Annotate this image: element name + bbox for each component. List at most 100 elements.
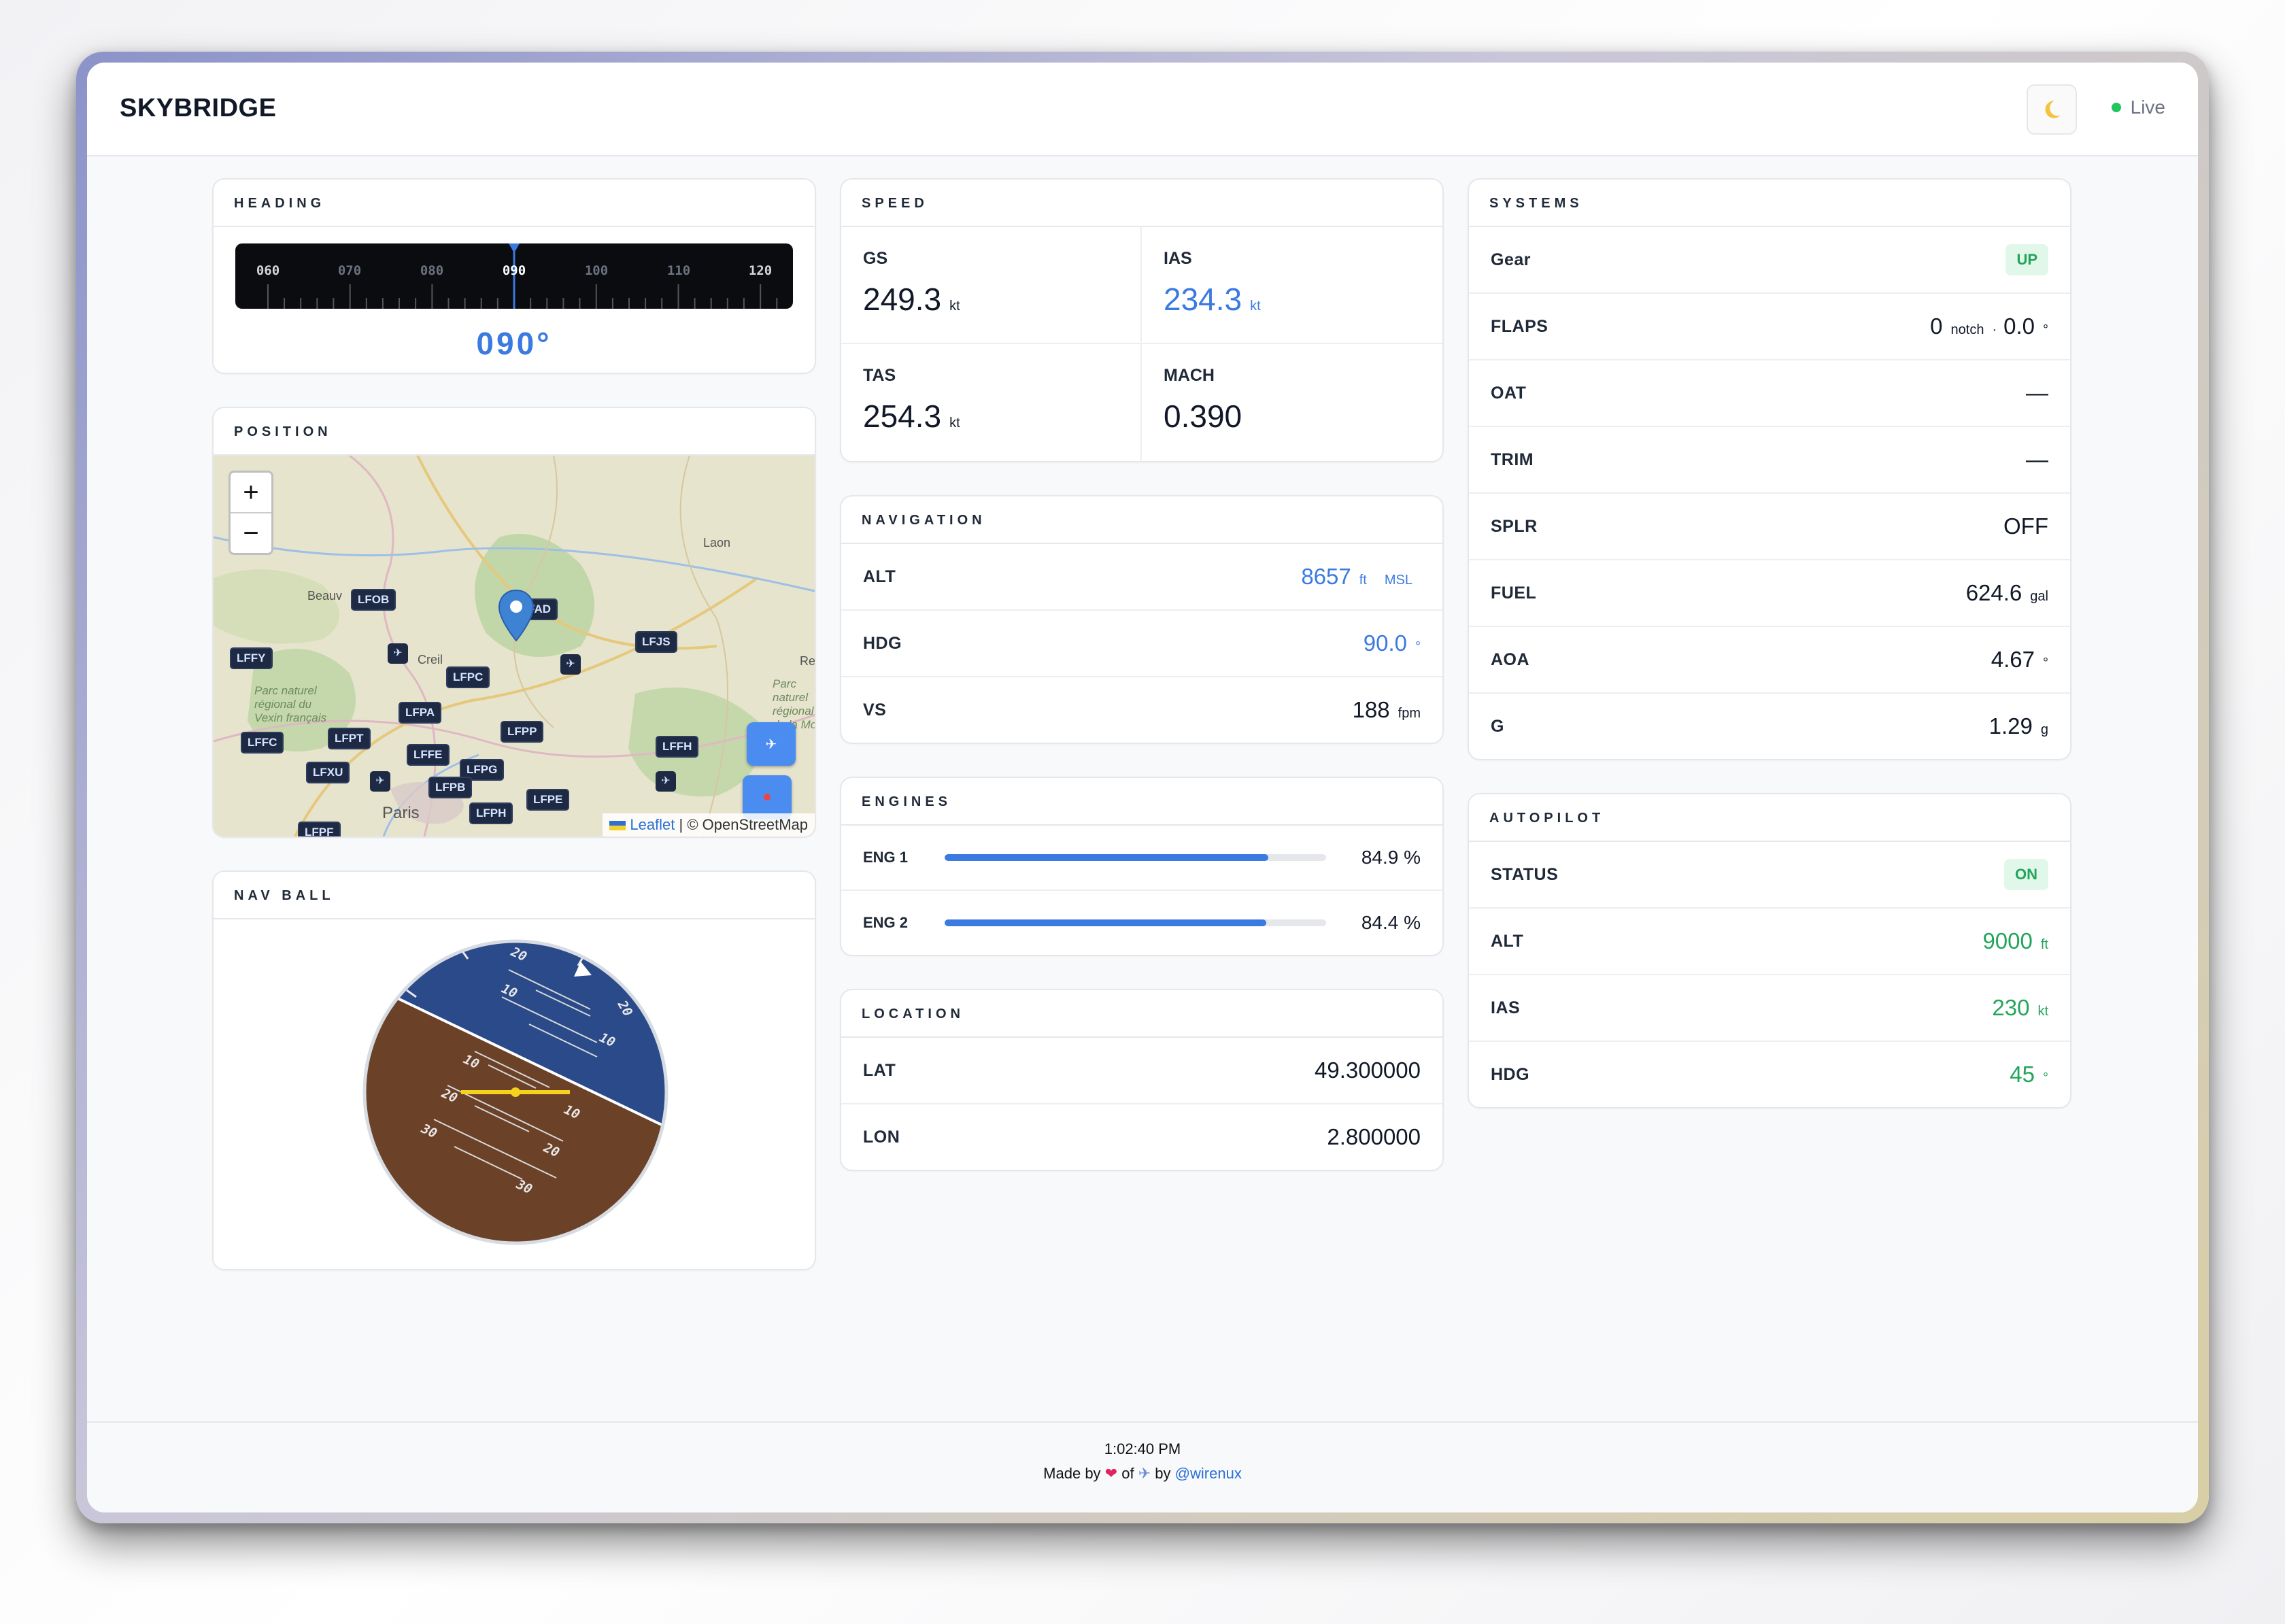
airfield-icon[interactable]: ✈ bbox=[560, 654, 581, 675]
autopilot-title: AUTOPILOT bbox=[1469, 794, 2070, 842]
airfield-icon[interactable]: ✈ bbox=[370, 771, 390, 792]
top-bar: SKYBRIDGE Live bbox=[87, 63, 2198, 156]
attitude-indicator: 10 10 10 20 10 30 20 30 20 20 bbox=[362, 939, 668, 1245]
map-view[interactable]: + − Beauv Creil Laon Paris Parc naturel … bbox=[214, 456, 815, 836]
ap-status-row: STATUS ON bbox=[1469, 842, 2070, 909]
nav-vs-value: 188 bbox=[1352, 697, 1390, 722]
ap-status-label: STATUS bbox=[1491, 864, 1559, 884]
heading-value: 090° bbox=[476, 326, 552, 361]
position-title: POSITION bbox=[214, 408, 815, 456]
heading-title: HEADING bbox=[214, 180, 815, 227]
live-dot-icon bbox=[2111, 103, 2121, 112]
heading-tick-label: 090 bbox=[503, 263, 526, 278]
airfield-icon[interactable]: ✈ bbox=[656, 771, 676, 792]
airport-marker[interactable]: LFJS bbox=[635, 631, 677, 653]
fuel-unit: gal bbox=[2030, 589, 2048, 604]
flaps-separator: · bbox=[1992, 322, 1997, 337]
location-title: LOCATION bbox=[841, 990, 1442, 1038]
g-value: 1.29 bbox=[1988, 713, 2033, 739]
airport-marker[interactable]: LFFY bbox=[230, 647, 273, 669]
engines-title: ENGINES bbox=[841, 778, 1442, 826]
navigation-card: NAVIGATION ALT 8657 ft MSL HDG 90.0 ° VS 18… bbox=[840, 495, 1444, 744]
aoa-row: AOA 4.67 ° bbox=[1469, 627, 2070, 694]
aoa-label: AOA bbox=[1491, 649, 1530, 669]
airport-marker[interactable]: LFPA bbox=[399, 702, 442, 724]
gear-row: Gear UP bbox=[1469, 227, 2070, 294]
engine-2-value: 84.4 % bbox=[1361, 912, 1421, 933]
map-place-label: Re bbox=[800, 654, 815, 668]
engine-2-bar bbox=[945, 919, 1326, 926]
ap-ias-label: IAS bbox=[1491, 998, 1521, 1017]
nav-vs-unit: fpm bbox=[1398, 706, 1421, 721]
airport-marker[interactable]: LFPT bbox=[328, 728, 371, 749]
mach-value: 0.390 bbox=[1164, 399, 1242, 434]
airport-marker[interactable]: LFPP bbox=[501, 721, 544, 743]
leaflet-link[interactable]: Leaflet bbox=[630, 816, 675, 833]
splr-label: SPLR bbox=[1491, 516, 1538, 536]
ap-hdg-label: HDG bbox=[1491, 1064, 1530, 1084]
trim-row: TRIM — bbox=[1469, 427, 2070, 494]
airport-marker[interactable]: LFFE bbox=[407, 744, 450, 766]
engine-1-label: ENG 1 bbox=[863, 849, 909, 866]
mach-cell: MACH 0.390 bbox=[1142, 344, 1442, 461]
heart-icon: ❤ bbox=[1104, 1465, 1118, 1482]
theme-toggle-button[interactable] bbox=[2027, 84, 2077, 135]
navball-title: NAV BALL bbox=[214, 872, 815, 919]
engine-1-row: ENG 1 84.9 % bbox=[841, 826, 1442, 891]
aoa-value: 4.67 bbox=[1991, 647, 2035, 672]
footer-credit: Made by ❤ of ✈ by @wirenux bbox=[87, 1465, 2198, 1483]
aoa-unit: ° bbox=[2043, 656, 2048, 671]
pin-icon bbox=[764, 794, 771, 800]
g-row: G 1.29 g bbox=[1469, 694, 2070, 759]
author-link[interactable]: @wirenux bbox=[1175, 1465, 1242, 1482]
ias-label: IAS bbox=[1164, 249, 1192, 268]
tas-unit: kt bbox=[949, 416, 960, 430]
zoom-out-button[interactable]: − bbox=[231, 513, 271, 553]
app-title: SKYBRIDGE bbox=[120, 94, 277, 122]
autopilot-card: AUTOPILOT STATUS ON ALT 9000 ft IAS 230 kt… bbox=[1468, 793, 2071, 1109]
gs-unit: kt bbox=[949, 299, 960, 314]
airport-marker[interactable]: LFPB bbox=[428, 777, 473, 798]
airport-marker[interactable]: LFPH bbox=[469, 802, 513, 824]
oat-label: OAT bbox=[1491, 383, 1527, 403]
ukraine-flag-icon bbox=[609, 821, 626, 831]
splr-value: OFF bbox=[2003, 513, 2048, 539]
center-map-button[interactable] bbox=[743, 775, 792, 819]
map-place-label: Creil bbox=[418, 653, 443, 666]
systems-card: SYSTEMS Gear UP FLAPS 0 notch · 0.0 ° OAT — … bbox=[1468, 178, 2071, 760]
flaps-deg-value: 0.0 bbox=[2003, 314, 2035, 339]
map-place-label: Beauv bbox=[307, 589, 343, 603]
gs-label: GS bbox=[863, 249, 888, 268]
attribution-text: | © OpenStreetMap bbox=[679, 816, 808, 833]
airport-marker[interactable]: LFPC bbox=[446, 666, 490, 688]
aircraft-position-pin-icon[interactable] bbox=[498, 589, 535, 643]
tas-cell: TAS 254.3 kt bbox=[841, 344, 1142, 461]
g-label: G bbox=[1491, 716, 1504, 736]
follow-aircraft-button[interactable]: ✈ bbox=[747, 722, 796, 766]
oat-row: OAT — bbox=[1469, 360, 2070, 427]
engines-card: ENGINES ENG 1 84.9 % ENG 2 84.4 % bbox=[840, 777, 1444, 956]
ap-status-badge: ON bbox=[2004, 859, 2048, 890]
nav-alt-row: ALT 8657 ft MSL bbox=[841, 544, 1442, 611]
ap-alt-label: ALT bbox=[1491, 931, 1524, 951]
flaps-deg-unit: ° bbox=[2043, 322, 2048, 337]
nav-vs-label: VS bbox=[863, 700, 887, 720]
engine-2-row: ENG 2 84.4 % bbox=[841, 891, 1442, 955]
airport-marker[interactable]: LFOB bbox=[351, 589, 396, 611]
airport-marker[interactable]: LFFH bbox=[656, 736, 699, 758]
nav-alt-unit: ft bbox=[1359, 573, 1367, 588]
window-frame: SKYBRIDGE Live HEADING 060 070 080 090 1… bbox=[76, 52, 2209, 1523]
airport-marker[interactable]: LFXU bbox=[306, 762, 350, 783]
zoom-in-button[interactable]: + bbox=[231, 473, 271, 513]
airport-marker[interactable]: LFPF bbox=[298, 822, 341, 836]
navigation-title: NAVIGATION bbox=[841, 496, 1442, 544]
airport-marker[interactable]: LFFC bbox=[241, 732, 284, 754]
heading-tick-label: 060 bbox=[256, 263, 280, 278]
lat-value: 49.300000 bbox=[1315, 1058, 1421, 1083]
footer-time: 1:02:40 PM bbox=[1104, 1440, 1181, 1457]
speed-title: SPEED bbox=[841, 180, 1442, 227]
footer-by: by bbox=[1155, 1465, 1171, 1482]
airport-marker[interactable]: LFPE bbox=[526, 789, 570, 811]
airfield-icon[interactable]: ✈ bbox=[388, 643, 408, 664]
heading-card: HEADING 060 070 080 090 100 110 120 090° bbox=[212, 178, 816, 374]
